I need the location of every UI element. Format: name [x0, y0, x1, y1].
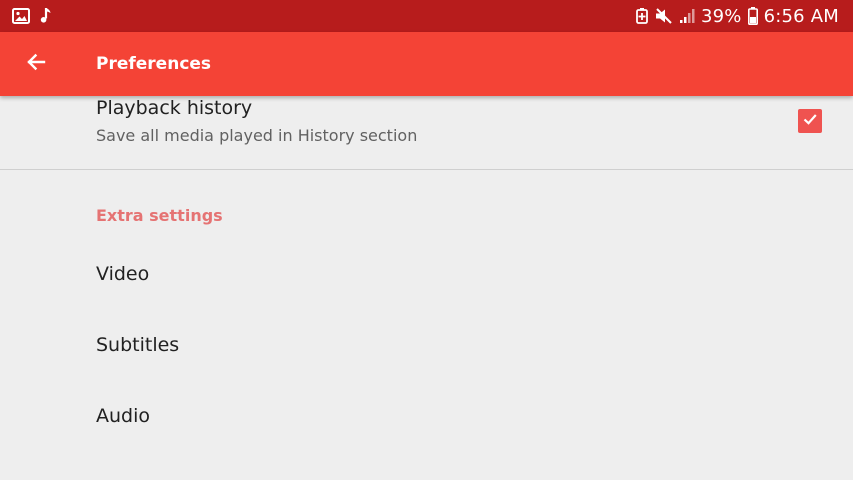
battery-icon: [747, 7, 758, 25]
music-note-icon: [40, 7, 52, 24]
extra-settings-header: Extra settings: [96, 206, 223, 225]
app-bar: Preferences: [0, 32, 853, 96]
setting-item-label: Subtitles: [96, 334, 180, 356]
setting-item-subtitles[interactable]: Subtitles: [0, 310, 853, 381]
setting-item-label: Video: [96, 263, 150, 285]
checkmark-icon: [801, 110, 819, 132]
setting-item-label: Audio: [96, 405, 151, 427]
playback-history-checkbox[interactable]: [798, 109, 822, 133]
page-title: Preferences: [96, 54, 212, 74]
image-icon: [12, 7, 30, 24]
status-left-icons: [12, 7, 52, 24]
preferences-list: Playback history Save all media played i…: [0, 96, 853, 480]
status-right-icons: 39% 6:56 AM: [635, 0, 839, 32]
battery-percent: 39%: [701, 5, 742, 27]
setting-item-video[interactable]: Video: [0, 239, 853, 310]
mute-icon: [655, 8, 673, 24]
status-bar: 39% 6:56 AM: [0, 0, 853, 32]
setting-item-audio[interactable]: Audio: [0, 381, 853, 452]
playback-history-summary: Save all media played in History section: [96, 126, 418, 145]
playback-history-row[interactable]: Playback history Save all media played i…: [0, 96, 853, 169]
playback-history-title: Playback history: [96, 97, 253, 119]
signal-icon: [679, 8, 695, 24]
arrow-back-icon: [24, 50, 48, 78]
battery-saver-icon: [635, 8, 649, 24]
back-button[interactable]: [18, 46, 54, 82]
divider: [0, 169, 853, 170]
clock: 6:56 AM: [763, 5, 839, 27]
